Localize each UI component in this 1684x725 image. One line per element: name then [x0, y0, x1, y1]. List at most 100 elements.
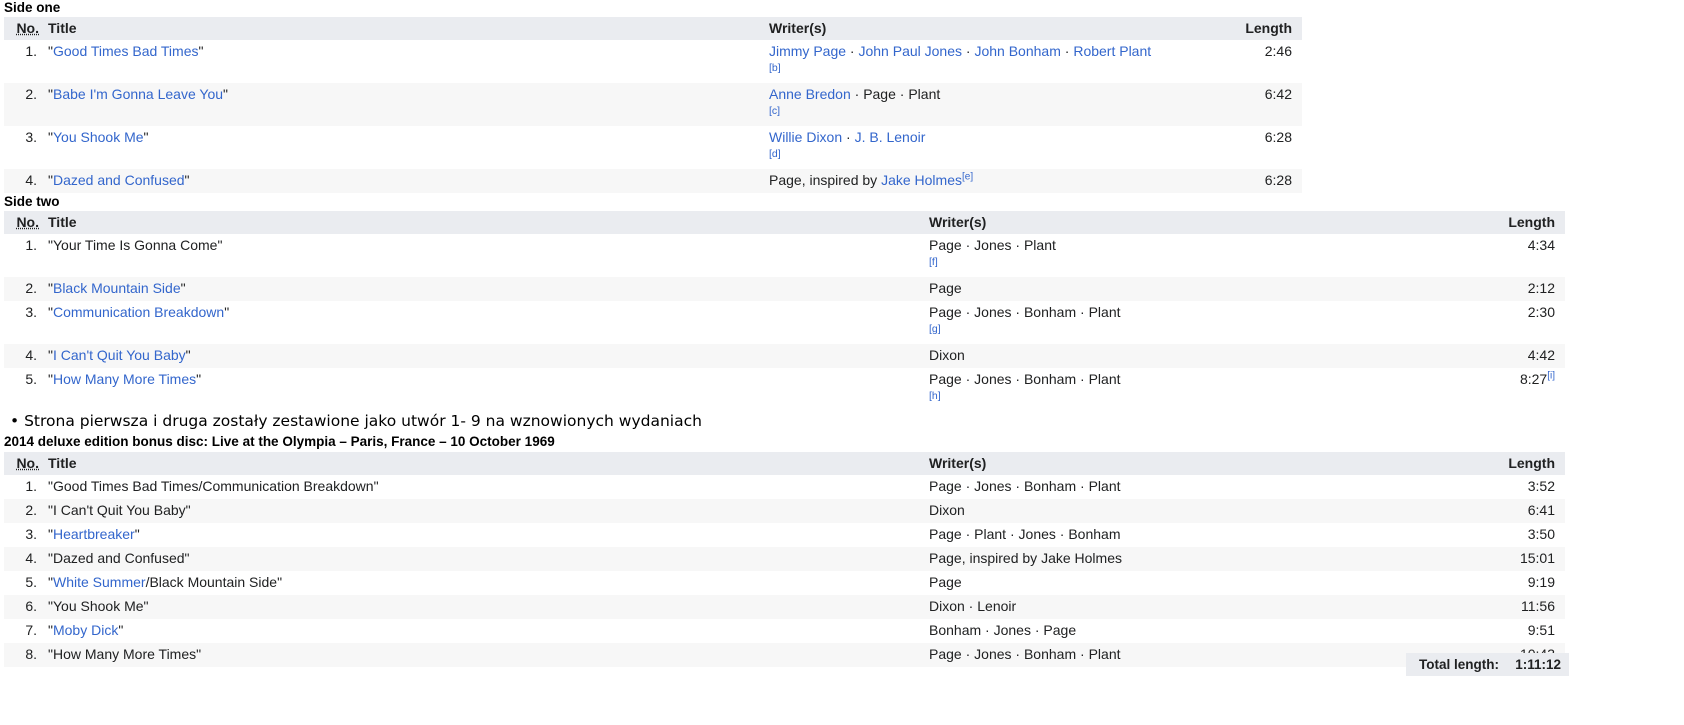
- track-title-text: Good Times Bad Times/Communication Break…: [52, 478, 374, 494]
- writer-separator: ·: [1011, 646, 1024, 662]
- track-length: 2:46: [1185, 40, 1302, 83]
- track-number: 6.: [4, 595, 44, 619]
- footnote-ref[interactable]: [d]: [769, 148, 1181, 161]
- writer-name: Jones: [974, 237, 1012, 253]
- track-title-link[interactable]: You Shook Me: [53, 129, 144, 145]
- header-no: No.: [4, 211, 44, 234]
- footnote-ref[interactable]: [c]: [769, 105, 1181, 118]
- writer-name: Page: [929, 526, 962, 542]
- quote-close: ": [373, 478, 379, 494]
- quote-close: ": [143, 129, 149, 145]
- writer-name: Jones: [993, 622, 1031, 638]
- writer-name: Jones: [974, 371, 1012, 387]
- track-row: 2. "I Can't Quit You Baby" Dixon 6:41: [4, 499, 1565, 523]
- track-row: 1. "Good Times Bad Times/Communication Br…: [4, 475, 1565, 499]
- writer-separator: ·: [1076, 478, 1089, 494]
- header-title: Title: [44, 452, 925, 475]
- writer-separator: ·: [850, 86, 864, 102]
- track-title-text: /Black Mountain Side: [145, 574, 278, 590]
- reissue-note: • Strona pierwsza i druga zostały zestaw…: [10, 412, 702, 430]
- footnote-ref[interactable]: [h]: [929, 390, 1421, 403]
- track-title-link[interactable]: Communication Breakdown: [53, 304, 224, 320]
- track-row: 4. "Dazed and Confused" Page, inspired by …: [4, 547, 1565, 571]
- writer-link[interactable]: Willie Dixon: [769, 129, 842, 145]
- footnote-ref[interactable]: [g]: [929, 323, 1421, 336]
- header-row: No. Title Writer(s) Length: [4, 211, 1565, 234]
- track-row: 4. "I Can't Quit You Baby" Dixon 4:42: [4, 344, 1565, 368]
- writer-separator: ·: [1076, 646, 1089, 662]
- writer-link[interactable]: Jimmy Page: [769, 43, 846, 59]
- writer-separator: ·: [1011, 237, 1024, 253]
- writer-separator: ·: [842, 129, 855, 145]
- track-title-link[interactable]: I Can't Quit You Baby: [53, 347, 186, 363]
- quote-close: ": [277, 574, 283, 590]
- track-writers: Page · Jones · Bonham · Plant: [925, 475, 1425, 499]
- track-length-value: 9:51: [1527, 622, 1555, 638]
- writer-link[interactable]: Anne Bredon: [769, 86, 851, 102]
- header-writers: Writer(s): [925, 452, 1425, 475]
- writer-link[interactable]: John Paul Jones: [858, 43, 962, 59]
- track-length-value: 6:28: [1264, 129, 1292, 145]
- track-row: 5. "How Many More Times" Page · Jones · Bo…: [4, 368, 1565, 411]
- track-title: "Communication Breakdown": [44, 301, 925, 344]
- track-writers: Willie Dixon · J. B. Lenoir [d]: [765, 126, 1185, 169]
- header-length: Length: [1185, 17, 1302, 40]
- track-title-link[interactable]: Heartbreaker: [53, 526, 135, 542]
- track-length-value: 11:56: [1521, 598, 1555, 614]
- writer-link[interactable]: John Bonham: [974, 43, 1060, 59]
- bonus-disc-caption: 2014 deluxe edition bonus disc: Live at …: [4, 434, 555, 449]
- total-length: Total length: 1:11:12: [1406, 653, 1569, 676]
- writer-name: Page: [929, 646, 962, 662]
- header-row: No. Title Writer(s) Length: [4, 17, 1302, 40]
- footnote-ref[interactable]: [b]: [769, 62, 1181, 75]
- track-number: 7.: [25, 622, 37, 638]
- track-title-link[interactable]: Dazed and Confused: [53, 172, 185, 188]
- writer-name: Plant: [1088, 478, 1121, 494]
- writer-link[interactable]: J. B. Lenoir: [855, 129, 926, 145]
- writer-name: Plant: [1088, 304, 1121, 320]
- track-title-link[interactable]: White Summer: [53, 574, 146, 590]
- footnote-ref[interactable]: [f]: [929, 256, 1421, 269]
- writer-separator: ·: [962, 43, 975, 59]
- writer-name: Page: [929, 280, 962, 296]
- writer-separator: ·: [895, 86, 909, 102]
- total-length-value: 1:11:12: [1515, 657, 1561, 672]
- writer-name: Page: [863, 86, 896, 102]
- footnote-ref[interactable]: [i]: [1547, 370, 1555, 381]
- track-length-value: 6:41: [1527, 502, 1555, 518]
- track-length: 11:56: [1425, 595, 1565, 619]
- track-number: 5.: [25, 574, 37, 590]
- track-number: 3.: [25, 526, 37, 542]
- writer-separator: ·: [1076, 371, 1089, 387]
- track-length-value: 3:50: [1527, 526, 1555, 542]
- track-title-link[interactable]: Moby Dick: [53, 622, 118, 638]
- header-length: Length: [1425, 452, 1565, 475]
- track-row: 4. "Dazed and Confused" Page, inspired by …: [4, 169, 1302, 193]
- footnote-ref[interactable]: [e]: [962, 171, 973, 182]
- quote-close: ": [196, 371, 202, 387]
- quote-close: ": [223, 86, 228, 102]
- track-title-text: You Shook Me: [52, 598, 144, 614]
- writer-name: Jones: [974, 646, 1012, 662]
- track-title: "How Many More Times": [44, 643, 925, 667]
- quote-close: ": [180, 280, 186, 296]
- track-length: 6:42: [1185, 83, 1302, 126]
- track-length-value: 4:42: [1527, 347, 1555, 363]
- writer-separator: ·: [1006, 526, 1019, 542]
- writers-prefix: Page, inspired by: [769, 172, 882, 188]
- writer-name: Lenoir: [977, 598, 1017, 614]
- writer-separator: ·: [1011, 304, 1024, 320]
- track-title-link[interactable]: Good Times Bad Times: [53, 43, 199, 59]
- track-title: "Your Time Is Gonna Come": [44, 234, 925, 277]
- track-number: 2.: [4, 83, 44, 126]
- track-title-link[interactable]: Babe I'm Gonna Leave You: [53, 86, 223, 102]
- track-length: 4:34: [1425, 234, 1565, 277]
- track-writers: Page · Plant · Jones · Bonham: [925, 523, 1425, 547]
- writer-link[interactable]: Robert Plant: [1073, 43, 1151, 59]
- track-title-link[interactable]: Black Mountain Side: [53, 280, 181, 296]
- writer-link[interactable]: Jake Holmes: [881, 172, 962, 188]
- track-length-value: 3:52: [1527, 478, 1555, 494]
- track-row: 3. "You Shook Me" Willie Dixon · J. B. Len…: [4, 126, 1302, 169]
- track-title-link[interactable]: How Many More Times: [53, 371, 196, 387]
- writer-name: Bonham: [1023, 646, 1077, 662]
